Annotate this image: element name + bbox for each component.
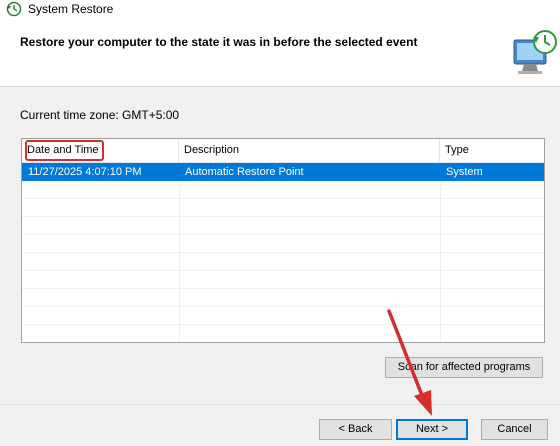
empty-row bbox=[22, 217, 544, 235]
window-title: System Restore bbox=[28, 2, 114, 16]
table-row[interactable]: 11/27/2025 4:07:10 PM Automatic Restore … bbox=[22, 163, 544, 181]
empty-row bbox=[22, 181, 544, 199]
column-header-description[interactable]: Description bbox=[179, 139, 440, 162]
header-panel: Restore your computer to the state it wa… bbox=[0, 20, 560, 86]
footer-bar: < Back Next > Cancel bbox=[0, 405, 560, 446]
cell-date: 11/27/2025 4:07:10 PM bbox=[28, 166, 142, 178]
column-divider bbox=[440, 181, 441, 342]
page-heading: Restore your computer to the state it wa… bbox=[20, 35, 418, 49]
back-button[interactable]: < Back bbox=[319, 419, 392, 440]
restore-points-table[interactable]: Date and Time Description Type 11/27/202… bbox=[21, 138, 545, 343]
cancel-button[interactable]: Cancel bbox=[481, 419, 548, 440]
empty-row bbox=[22, 325, 544, 342]
scan-affected-programs-button[interactable]: Scan for affected programs bbox=[385, 357, 543, 378]
empty-row bbox=[22, 289, 544, 307]
title-bar: System Restore bbox=[0, 0, 560, 20]
next-button[interactable]: Next > bbox=[396, 419, 468, 440]
cell-description: Automatic Restore Point bbox=[185, 166, 304, 178]
system-restore-icon bbox=[6, 1, 22, 17]
empty-row bbox=[22, 307, 544, 325]
column-divider bbox=[179, 181, 180, 342]
restore-computer-icon bbox=[513, 30, 557, 74]
column-header-type[interactable]: Type bbox=[440, 139, 544, 162]
cell-type: System bbox=[446, 166, 483, 178]
content-area: Current time zone: GMT+5:00 Date and Tim… bbox=[0, 87, 560, 404]
empty-row bbox=[22, 235, 544, 253]
empty-row bbox=[22, 199, 544, 217]
annotation-highlight-box bbox=[25, 140, 104, 161]
empty-row bbox=[22, 253, 544, 271]
timezone-label: Current time zone: GMT+5:00 bbox=[20, 108, 180, 122]
empty-row bbox=[22, 271, 544, 289]
